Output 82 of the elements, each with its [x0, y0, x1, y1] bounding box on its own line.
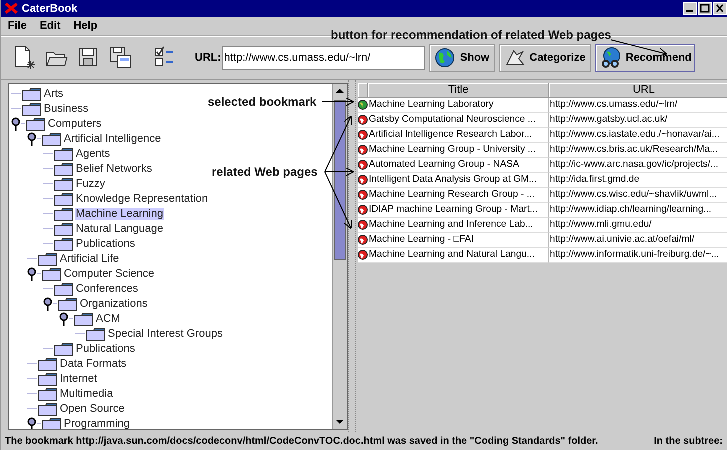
annotation-label: button for recommendation of related Web pages	[331, 28, 612, 42]
folder-icon	[54, 236, 73, 250]
expand-handle-icon[interactable]	[27, 416, 37, 429]
tree-item[interactable]: Publications	[75, 238, 136, 250]
expand-handle-icon[interactable]	[59, 312, 69, 326]
tree-item[interactable]: Agents	[75, 148, 112, 160]
subtree-label: In the subtree:	[654, 436, 723, 446]
bookmark-globe-icon	[358, 100, 368, 110]
callout-arrow	[322, 98, 354, 106]
folder-icon	[42, 132, 61, 146]
tree-item[interactable]: Organizations	[79, 298, 149, 310]
folder-icon	[38, 402, 57, 416]
tree-item[interactable]: Machine Learning	[75, 208, 164, 220]
url-field[interactable]: http://www.cs.umass.edu/~lrn/	[222, 46, 426, 70]
folder-icon	[54, 146, 73, 160]
tree-item[interactable]: Knowledge Representation	[75, 192, 210, 204]
maximize-icon[interactable]	[698, 2, 712, 15]
folder-icon	[26, 116, 45, 130]
menu-item[interactable]: Help	[72, 20, 99, 32]
tree-item[interactable]: Business	[43, 102, 90, 114]
tree-item[interactable]: Computers	[47, 118, 103, 130]
tree-item[interactable]: Fuzzy	[75, 178, 106, 190]
window-title: CaterBook	[22, 2, 78, 14]
folder-icon	[86, 326, 105, 340]
tree-item[interactable]: Computer Science	[63, 268, 156, 280]
tree-item[interactable]: Arts	[43, 88, 65, 100]
folder-icon	[74, 312, 93, 326]
folder-icon	[54, 206, 73, 220]
column-header[interactable]: URL	[549, 83, 727, 98]
toolbar-button[interactable]: Show	[429, 44, 495, 72]
menu-item[interactable]: Edit	[38, 20, 62, 32]
tree-item[interactable]: Belief Networks	[75, 162, 154, 174]
expand-handle-icon[interactable]	[43, 296, 53, 310]
tree-item[interactable]: Artificial Intelligence	[63, 132, 162, 144]
tree-item[interactable]: Publications	[75, 342, 136, 354]
folder-icon	[38, 356, 57, 370]
folder-icon	[42, 266, 61, 280]
folder-icon	[54, 162, 73, 176]
url-label: URL:	[195, 52, 222, 64]
tree-item[interactable]: Artificial Life	[59, 252, 120, 264]
folder-icon	[38, 386, 57, 400]
tree-item[interactable]: Programming	[63, 418, 132, 429]
globe-icon	[434, 47, 456, 69]
expand-handle-icon[interactable]	[27, 132, 37, 146]
expand-handle-icon[interactable]	[27, 266, 37, 280]
tree-item[interactable]: Open Source	[59, 402, 126, 414]
tree-item[interactable]: Natural Language	[75, 222, 164, 234]
column-header[interactable]	[358, 83, 368, 98]
folder-icon	[54, 222, 73, 236]
tree-item[interactable]: Conferences	[75, 282, 140, 294]
globe-binoculars-icon	[600, 47, 622, 69]
folder-icon	[54, 342, 73, 356]
table-cell: Machine Learning and Natural Langu...	[368, 248, 549, 263]
new-document-icon[interactable]	[13, 46, 37, 70]
app-logo-icon	[5, 2, 18, 15]
close-icon[interactable]	[713, 2, 727, 15]
folder-icon	[58, 296, 77, 310]
annotation-label: selected bookmark	[208, 95, 317, 109]
folder-icon	[42, 416, 61, 429]
toolbar-button[interactable]: Recommend	[594, 44, 695, 72]
folder-icon	[38, 372, 57, 386]
minimize-icon[interactable]	[683, 2, 697, 15]
tree-item[interactable]: Internet	[59, 372, 98, 384]
column-header[interactable]: Title	[368, 83, 549, 98]
folder-icon	[38, 252, 57, 266]
tree-item[interactable]: ACM	[95, 312, 122, 324]
toolbar-button[interactable]: Categorize	[498, 44, 591, 72]
status-message: The bookmark http://java.sun.com/docs/codeconv/html/CodeConvTOC.doc.html was saved in the "Coding Standards" folder.	[5, 436, 598, 446]
folder-icon	[54, 282, 73, 296]
tree-item[interactable]: Data Formats	[59, 358, 128, 370]
menu-item[interactable]: File	[7, 20, 28, 32]
folder-icon	[54, 176, 73, 190]
annotation-label: related Web pages	[212, 165, 318, 179]
table-cell: http://www.informatik.uni-freiburg.de/~...	[549, 248, 727, 263]
folder-icon	[22, 102, 41, 116]
expand-handle-icon[interactable]	[11, 116, 21, 130]
tree-item[interactable]: Special Interest Groups	[107, 328, 224, 340]
folder-icon	[54, 192, 73, 206]
tree-item[interactable]: Multimedia	[59, 388, 114, 400]
folder-icon	[22, 86, 41, 100]
scrollbar-thumb[interactable]	[334, 100, 346, 260]
save-copy-icon[interactable]	[109, 46, 133, 70]
